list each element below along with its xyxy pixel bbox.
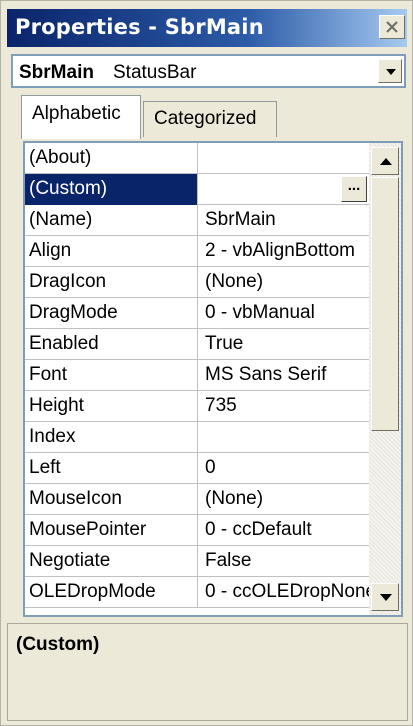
object-name: SbrMain: [19, 62, 94, 83]
property-value[interactable]: 2 - vbAlignBottom: [199, 236, 369, 267]
property-value[interactable]: [199, 143, 369, 174]
property-row[interactable]: Font MS Sans Serif: [25, 360, 369, 391]
property-name[interactable]: Enabled: [25, 329, 198, 360]
property-name[interactable]: OLEDropMode: [25, 577, 198, 608]
ellipsis-button[interactable]: ...: [341, 176, 367, 202]
property-value-text: (None): [205, 271, 264, 292]
property-row[interactable]: DragMode 0 - vbManual: [25, 298, 369, 329]
arrow-down-icon: [380, 594, 392, 601]
property-value[interactable]: 0: [199, 453, 369, 484]
property-value[interactable]: True: [199, 329, 369, 360]
property-value[interactable]: (None): [199, 267, 369, 298]
property-value[interactable]: False: [199, 546, 369, 577]
description-title: (Custom): [16, 634, 100, 655]
property-row[interactable]: Align 2 - vbAlignBottom: [25, 236, 369, 267]
tab-strip: Alphabetic Categorized: [21, 95, 401, 139]
property-value-text: (None): [205, 488, 264, 509]
property-name[interactable]: MouseIcon: [25, 484, 198, 515]
close-icon: [386, 21, 398, 33]
property-value-text: True: [205, 333, 244, 354]
property-row[interactable]: Left 0: [25, 453, 369, 484]
tab-categorized[interactable]: Categorized: [143, 101, 277, 137]
object-type: StatusBar: [113, 62, 197, 83]
property-row[interactable]: Index: [25, 422, 369, 453]
object-dropdown-button[interactable]: [378, 59, 402, 83]
scroll-thumb[interactable]: [371, 177, 399, 431]
property-value-text: 2 - vbAlignBottom: [205, 240, 355, 261]
property-name[interactable]: MousePointer: [25, 515, 198, 546]
property-name[interactable]: DragMode: [25, 298, 198, 329]
property-value-text: 0 - ccOLEDropNone: [205, 581, 369, 602]
property-row[interactable]: MouseIcon (None): [25, 484, 369, 515]
property-grid: (About) (Custom)... (Name) SbrMain Align 2 - …: [23, 141, 403, 617]
property-name[interactable]: Negotiate: [25, 546, 198, 577]
property-value[interactable]: ...: [199, 174, 369, 205]
arrow-up-icon: [380, 158, 392, 165]
description-pane: (Custom): [7, 623, 408, 721]
property-value[interactable]: 735: [199, 391, 369, 422]
object-selector[interactable]: SbrMain StatusBar: [11, 54, 406, 88]
property-row[interactable]: Enabled True: [25, 329, 369, 360]
property-value-text: MS Sans Serif: [205, 364, 327, 385]
property-row[interactable]: Height 735: [25, 391, 369, 422]
window-title: Properties - SbrMain: [15, 15, 264, 39]
property-value[interactable]: SbrMain: [199, 205, 369, 236]
property-value[interactable]: 0 - ccDefault: [199, 515, 369, 546]
property-row[interactable]: DragIcon (None): [25, 267, 369, 298]
property-name[interactable]: Height: [25, 391, 198, 422]
property-row[interactable]: OLEDropMode 0 - ccOLEDropNone: [25, 577, 369, 608]
property-value-text: 735: [205, 395, 237, 416]
property-value-text: 0 - vbManual: [205, 302, 315, 323]
property-value[interactable]: 0 - vbManual: [199, 298, 369, 329]
property-name[interactable]: (Custom): [25, 174, 198, 205]
property-value-text: 0: [205, 457, 216, 478]
property-row[interactable]: (Name) SbrMain: [25, 205, 369, 236]
property-value-text: 0 - ccDefault: [205, 519, 312, 540]
property-row[interactable]: Negotiate False: [25, 546, 369, 577]
property-row[interactable]: MousePointer 0 - ccDefault: [25, 515, 369, 546]
property-row[interactable]: (Custom)...: [25, 174, 369, 205]
property-name[interactable]: (Name): [25, 205, 198, 236]
property-name[interactable]: Align: [25, 236, 198, 267]
property-rows: (About) (Custom)... (Name) SbrMain Align 2 - …: [25, 143, 369, 608]
property-name[interactable]: Left: [25, 453, 198, 484]
property-value[interactable]: MS Sans Serif: [199, 360, 369, 391]
vertical-scrollbar[interactable]: [369, 143, 401, 615]
properties-window: Properties - SbrMain SbrMain StatusBar A…: [0, 0, 413, 726]
property-value-text: SbrMain: [205, 209, 276, 230]
close-button[interactable]: [379, 15, 405, 39]
property-name[interactable]: Index: [25, 422, 198, 453]
property-row[interactable]: (About): [25, 143, 369, 174]
property-value[interactable]: 0 - ccOLEDropNone: [199, 577, 369, 608]
property-value[interactable]: [199, 422, 369, 453]
tab-alphabetic[interactable]: Alphabetic: [21, 95, 141, 139]
title-bar[interactable]: Properties - SbrMain: [7, 9, 407, 47]
chevron-down-icon: [386, 69, 396, 75]
property-value-text: False: [205, 550, 252, 571]
property-name[interactable]: DragIcon: [25, 267, 198, 298]
property-value[interactable]: (None): [199, 484, 369, 515]
property-name[interactable]: Font: [25, 360, 198, 391]
scroll-up-button[interactable]: [371, 147, 399, 175]
scroll-down-button[interactable]: [371, 583, 399, 611]
property-name[interactable]: (About): [25, 143, 198, 174]
